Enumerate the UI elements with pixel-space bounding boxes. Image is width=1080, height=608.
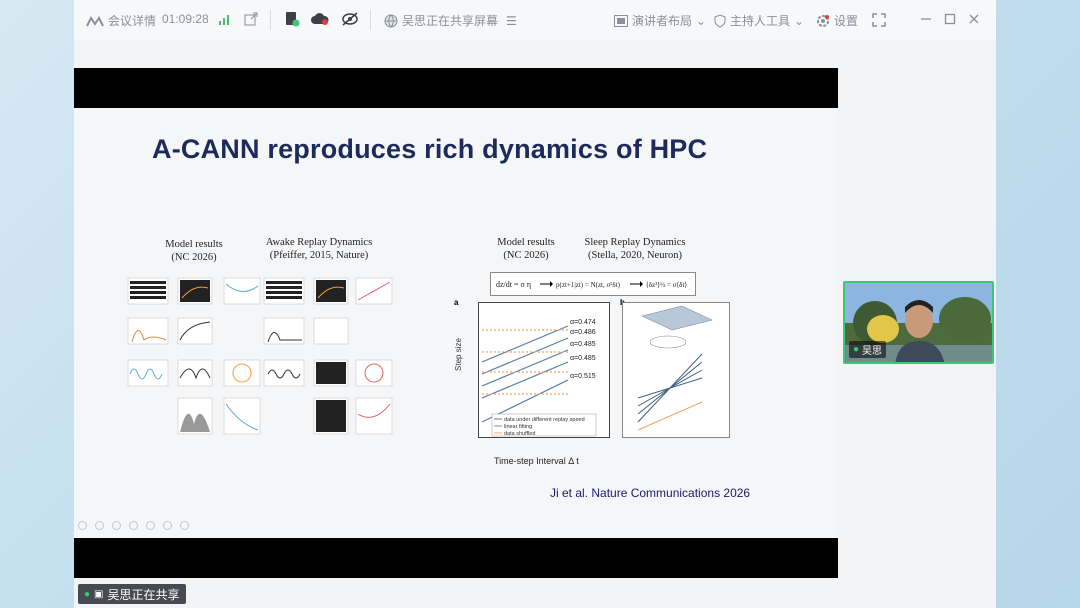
participant-video[interactable]: ● 吴思 xyxy=(843,281,994,364)
mic-icon: ● xyxy=(84,588,91,600)
legend-entry: data shuffled xyxy=(504,431,535,437)
sharer-status[interactable]: 吴思正在共享屏幕 ☰ xyxy=(384,12,517,29)
citation: Ji et al. Nature Communications 2026 xyxy=(550,486,751,500)
participant-name-tag: ● 吴思 xyxy=(849,341,887,358)
host-tools-label: 主持人工具 xyxy=(730,14,791,28)
alpha-label: α=0.486 xyxy=(570,329,596,336)
grid-icon[interactable] xyxy=(146,521,155,530)
svg-text:p(zt+1|zt) = N(zt, σ²δt): p(zt+1|zt) = N(zt, σ²δt) xyxy=(556,281,621,289)
logo-icon xyxy=(86,15,104,26)
close-icon[interactable] xyxy=(968,13,980,25)
sleep-caption: Sleep Replay Dynamics (Stella, 2020, Neu… xyxy=(572,236,698,262)
host-tools-button[interactable]: 主持人工具 ⌄ xyxy=(714,12,804,29)
speaker-layout-button[interactable]: 演讲者布局 ⌄ xyxy=(614,12,706,29)
sharing-label: 吴思正在共享 xyxy=(107,587,180,602)
chevron-down-icon: ⌄ xyxy=(794,13,805,28)
participant-name: 吴思 xyxy=(862,346,883,357)
step-size-plot: α=0.474 α=0.486 α=0.485 α=0.485 α=0.515 … xyxy=(478,302,610,438)
signal-icon xyxy=(218,13,231,26)
awake-replay-figure xyxy=(127,277,393,435)
slide-title: A-CANN reproduces rich dynamics of HPC xyxy=(152,134,708,164)
legend-entry: data under different replay speed xyxy=(504,417,585,423)
hide-view-icon[interactable] xyxy=(341,12,359,26)
sleep-ref: (Stella, 2020, Neuron) xyxy=(588,250,682,261)
toolbar-divider xyxy=(270,10,271,30)
more-icon[interactable] xyxy=(180,521,189,530)
letterbox-top xyxy=(74,68,838,108)
layout-icon xyxy=(614,14,628,27)
mic-icon: ● xyxy=(853,344,860,355)
left-model-results: Model results xyxy=(165,239,223,250)
equation-box: dz/dt = σ η p(zt+1|zt) = N(zt, σ²δt) ⟨δz… xyxy=(490,272,696,296)
awake-title: Awake Replay Dynamics xyxy=(265,237,373,248)
legend-entry: linear fitting xyxy=(504,424,532,430)
meeting-timer: 01:09:28 xyxy=(162,12,209,26)
camera-icon[interactable] xyxy=(163,521,172,530)
alpha-label: α=0.485 xyxy=(570,341,596,348)
screen-share-icon: ▣ xyxy=(94,588,104,600)
prev-slide-icon[interactable] xyxy=(78,521,87,530)
next-slide-icon[interactable] xyxy=(95,521,104,530)
gear-icon xyxy=(817,14,829,27)
right-model-caption: Model results (NC 2026) xyxy=(486,236,566,262)
shield-icon xyxy=(714,13,726,28)
timer-text: 01:09:28 xyxy=(162,12,209,26)
alpha-label: α=0.485 xyxy=(570,355,596,362)
chevron-down-icon: ⌄ xyxy=(696,13,707,28)
awake-caption: Awake Replay Dynamics (Pfeiffer, 2015, N… xyxy=(254,236,384,262)
meeting-toolbar: 会议详情 01:09:28 吴思正在共享屏幕 ☰ 演讲者布局 ⌄ 主持人工具 ⌄… xyxy=(74,0,996,40)
fullscreen-icon[interactable] xyxy=(872,13,886,27)
sharer-status-label: 吴思正在共享屏幕 xyxy=(402,14,499,28)
minimize-icon[interactable] xyxy=(920,13,932,25)
letterbox-bottom xyxy=(74,538,838,578)
sharing-indicator[interactable]: ● ▣ 吴思正在共享 xyxy=(78,584,186,604)
settings-label: 设置 xyxy=(834,14,859,28)
globe-icon xyxy=(384,14,398,27)
panel-a-label: a xyxy=(454,298,459,307)
slide: A-CANN reproduces rich dynamics of HPC M… xyxy=(74,108,838,538)
pen-icon[interactable] xyxy=(112,521,121,530)
toolbar-divider xyxy=(370,10,371,30)
right-model-results: Model results xyxy=(497,237,555,248)
x-axis-label: Time-step Interval Δ t xyxy=(494,456,579,466)
sleep-replay-plot xyxy=(622,302,730,438)
left-model-caption: Model results (NC 2026) xyxy=(154,238,234,264)
speaker-layout-label: 演讲者布局 xyxy=(632,14,693,28)
maximize-icon[interactable] xyxy=(944,13,956,25)
awake-ref: (Pfeiffer, 2015, Nature) xyxy=(269,250,369,261)
cloud-record-icon[interactable] xyxy=(311,12,329,26)
list-icon: ☰ xyxy=(506,13,517,28)
slide-controls[interactable] xyxy=(78,521,189,530)
meeting-details-label: 会议详情 xyxy=(108,14,157,28)
svg-text:dz/dt = σ η: dz/dt = σ η xyxy=(496,280,531,289)
left-model-ref: (NC 2026) xyxy=(171,252,217,263)
search-icon[interactable] xyxy=(129,521,138,530)
shared-screen: A-CANN reproduces rich dynamics of HPC M… xyxy=(74,40,838,588)
record-icon[interactable] xyxy=(284,11,300,27)
sleep-title: Sleep Replay Dynamics xyxy=(584,237,686,248)
alpha-label: α=0.515 xyxy=(570,373,596,380)
y-axis-label: Step size xyxy=(453,338,463,371)
settings-button[interactable]: 设置 xyxy=(816,12,858,29)
meeting-details-button[interactable]: 会议详情 xyxy=(86,12,156,29)
right-model-ref: (NC 2026) xyxy=(503,250,549,261)
svg-text:⟨δz²⟩½ = σ⟨δt⟩: ⟨δz²⟩½ = σ⟨δt⟩ xyxy=(646,281,687,289)
popout-icon[interactable] xyxy=(244,12,258,26)
alpha-label: α=0.474 xyxy=(570,319,596,326)
